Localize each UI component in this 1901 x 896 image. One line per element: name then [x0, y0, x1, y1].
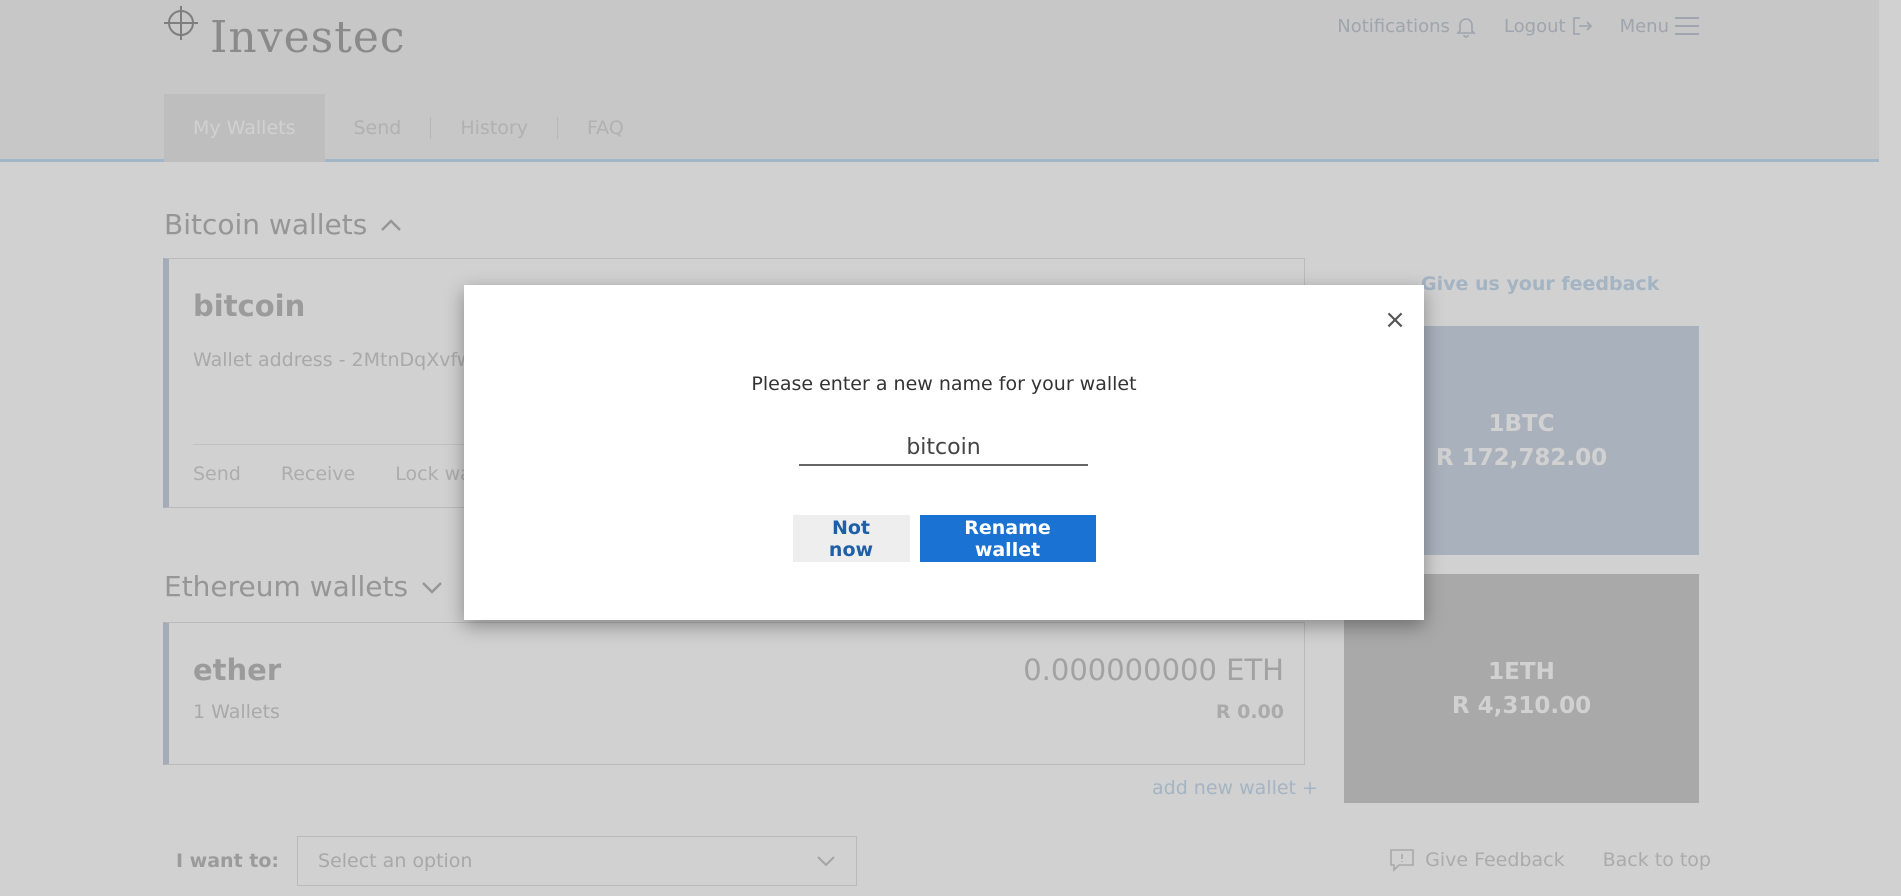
page: Investec Notifications Logout Menu My Wa…	[0, 0, 1901, 896]
rename-wallet-button[interactable]: Rename wallet	[919, 515, 1096, 562]
close-icon[interactable]: ×	[1382, 307, 1408, 333]
dialog-buttons: Not now Rename wallet	[464, 515, 1424, 562]
dialog-prompt: Please enter a new name for your wallet	[751, 373, 1137, 395]
not-now-button[interactable]: Not now	[792, 515, 910, 562]
wallet-name-input[interactable]	[799, 430, 1088, 466]
rename-wallet-dialog: × Please enter a new name for your walle…	[464, 285, 1424, 620]
